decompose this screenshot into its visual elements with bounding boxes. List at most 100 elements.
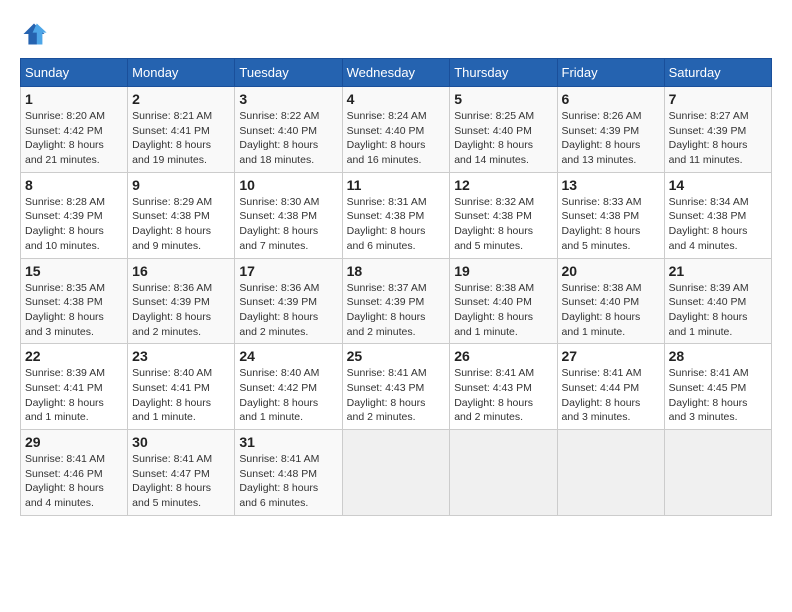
day-info: Sunrise: 8:21 AMSunset: 4:41 PMDaylight:… bbox=[132, 109, 230, 168]
calendar-day-cell: 12 Sunrise: 8:32 AMSunset: 4:38 PMDayligh… bbox=[450, 172, 557, 258]
calendar-day-cell: 24 Sunrise: 8:40 AMSunset: 4:42 PMDayligh… bbox=[235, 344, 342, 430]
calendar-day-cell: 19 Sunrise: 8:38 AMSunset: 4:40 PMDayligh… bbox=[450, 258, 557, 344]
calendar-day-cell: 11 Sunrise: 8:31 AMSunset: 4:38 PMDayligh… bbox=[342, 172, 450, 258]
calendar-table: SundayMondayTuesdayWednesdayThursdayFrid… bbox=[20, 58, 772, 516]
calendar-day-cell: 26 Sunrise: 8:41 AMSunset: 4:43 PMDayligh… bbox=[450, 344, 557, 430]
day-info: Sunrise: 8:29 AMSunset: 4:38 PMDaylight:… bbox=[132, 195, 230, 254]
day-number: 30 bbox=[132, 434, 230, 450]
day-info: Sunrise: 8:41 AMSunset: 4:47 PMDaylight:… bbox=[132, 452, 230, 511]
day-info: Sunrise: 8:26 AMSunset: 4:39 PMDaylight:… bbox=[562, 109, 660, 168]
calendar-day-cell: 23 Sunrise: 8:40 AMSunset: 4:41 PMDayligh… bbox=[128, 344, 235, 430]
day-info: Sunrise: 8:20 AMSunset: 4:42 PMDaylight:… bbox=[25, 109, 123, 168]
day-info: Sunrise: 8:38 AMSunset: 4:40 PMDaylight:… bbox=[562, 281, 660, 340]
day-info: Sunrise: 8:39 AMSunset: 4:41 PMDaylight:… bbox=[25, 366, 123, 425]
day-of-week-header: Sunday bbox=[21, 59, 128, 87]
day-of-week-header: Friday bbox=[557, 59, 664, 87]
logo-icon bbox=[20, 20, 48, 48]
day-number: 20 bbox=[562, 263, 660, 279]
calendar-day-cell: 22 Sunrise: 8:39 AMSunset: 4:41 PMDayligh… bbox=[21, 344, 128, 430]
day-info: Sunrise: 8:28 AMSunset: 4:39 PMDaylight:… bbox=[25, 195, 123, 254]
calendar-day-cell: 29Sunrise: 8:41 AMSunset: 4:46 PMDayligh… bbox=[21, 430, 128, 516]
calendar-day-cell: 20 Sunrise: 8:38 AMSunset: 4:40 PMDayligh… bbox=[557, 258, 664, 344]
day-number: 9 bbox=[132, 177, 230, 193]
calendar-week-row: 15 Sunrise: 8:35 AMSunset: 4:38 PMDayligh… bbox=[21, 258, 772, 344]
day-info: Sunrise: 8:40 AMSunset: 4:42 PMDaylight:… bbox=[239, 366, 337, 425]
calendar-day-cell: 4 Sunrise: 8:24 AMSunset: 4:40 PMDaylight… bbox=[342, 87, 450, 173]
calendar-day-cell: 2 Sunrise: 8:21 AMSunset: 4:41 PMDaylight… bbox=[128, 87, 235, 173]
calendar-day-cell bbox=[342, 430, 450, 516]
day-info: Sunrise: 8:27 AMSunset: 4:39 PMDaylight:… bbox=[669, 109, 767, 168]
day-number: 12 bbox=[454, 177, 552, 193]
calendar-week-row: 1 Sunrise: 8:20 AMSunset: 4:42 PMDaylight… bbox=[21, 87, 772, 173]
calendar-day-cell: 13 Sunrise: 8:33 AMSunset: 4:38 PMDayligh… bbox=[557, 172, 664, 258]
day-number: 15 bbox=[25, 263, 123, 279]
day-info: Sunrise: 8:31 AMSunset: 4:38 PMDaylight:… bbox=[347, 195, 446, 254]
day-number: 28 bbox=[669, 348, 767, 364]
day-number: 6 bbox=[562, 91, 660, 107]
day-of-week-header: Monday bbox=[128, 59, 235, 87]
calendar-day-cell: 27Sunrise: 8:41 AMSunset: 4:44 PMDayligh… bbox=[557, 344, 664, 430]
day-info: Sunrise: 8:36 AMSunset: 4:39 PMDaylight:… bbox=[239, 281, 337, 340]
day-info: Sunrise: 8:35 AMSunset: 4:38 PMDaylight:… bbox=[25, 281, 123, 340]
day-number: 24 bbox=[239, 348, 337, 364]
day-info: Sunrise: 8:34 AMSunset: 4:38 PMDaylight:… bbox=[669, 195, 767, 254]
day-info: Sunrise: 8:22 AMSunset: 4:40 PMDaylight:… bbox=[239, 109, 337, 168]
day-of-week-header: Wednesday bbox=[342, 59, 450, 87]
day-number: 5 bbox=[454, 91, 552, 107]
calendar-day-cell: 17 Sunrise: 8:36 AMSunset: 4:39 PMDayligh… bbox=[235, 258, 342, 344]
day-number: 21 bbox=[669, 263, 767, 279]
page-header bbox=[20, 20, 772, 48]
day-number: 8 bbox=[25, 177, 123, 193]
day-number: 7 bbox=[669, 91, 767, 107]
day-info: Sunrise: 8:36 AMSunset: 4:39 PMDaylight:… bbox=[132, 281, 230, 340]
day-of-week-header: Saturday bbox=[664, 59, 771, 87]
day-number: 22 bbox=[25, 348, 123, 364]
day-info: Sunrise: 8:39 AMSunset: 4:40 PMDaylight:… bbox=[669, 281, 767, 340]
calendar-day-cell: 15 Sunrise: 8:35 AMSunset: 4:38 PMDayligh… bbox=[21, 258, 128, 344]
day-info: Sunrise: 8:32 AMSunset: 4:38 PMDaylight:… bbox=[454, 195, 552, 254]
calendar-day-cell: 30 Sunrise: 8:41 AMSunset: 4:47 PMDayligh… bbox=[128, 430, 235, 516]
day-number: 16 bbox=[132, 263, 230, 279]
day-info: Sunrise: 8:41 AMSunset: 4:48 PMDaylight:… bbox=[239, 452, 337, 511]
calendar-day-cell: 7 Sunrise: 8:27 AMSunset: 4:39 PMDaylight… bbox=[664, 87, 771, 173]
calendar-day-cell: 28 Sunrise: 8:41 AMSunset: 4:45 PMDayligh… bbox=[664, 344, 771, 430]
calendar-week-row: 22 Sunrise: 8:39 AMSunset: 4:41 PMDayligh… bbox=[21, 344, 772, 430]
calendar-day-cell bbox=[664, 430, 771, 516]
day-info: Sunrise: 8:41 AMSunset: 4:44 PMDaylight:… bbox=[562, 366, 660, 425]
day-number: 23 bbox=[132, 348, 230, 364]
calendar-week-row: 8 Sunrise: 8:28 AMSunset: 4:39 PMDaylight… bbox=[21, 172, 772, 258]
day-number: 25 bbox=[347, 348, 446, 364]
day-number: 31 bbox=[239, 434, 337, 450]
calendar-day-cell: 25 Sunrise: 8:41 AMSunset: 4:43 PMDayligh… bbox=[342, 344, 450, 430]
day-number: 1 bbox=[25, 91, 123, 107]
calendar-day-cell: 14Sunrise: 8:34 AMSunset: 4:38 PMDayligh… bbox=[664, 172, 771, 258]
calendar-day-cell: 1 Sunrise: 8:20 AMSunset: 4:42 PMDaylight… bbox=[21, 87, 128, 173]
day-of-week-header: Tuesday bbox=[235, 59, 342, 87]
day-number: 11 bbox=[347, 177, 446, 193]
day-number: 13 bbox=[562, 177, 660, 193]
calendar-day-cell: 18Sunrise: 8:37 AMSunset: 4:39 PMDayligh… bbox=[342, 258, 450, 344]
calendar-day-cell bbox=[450, 430, 557, 516]
day-info: Sunrise: 8:38 AMSunset: 4:40 PMDaylight:… bbox=[454, 281, 552, 340]
calendar-day-cell: 6 Sunrise: 8:26 AMSunset: 4:39 PMDaylight… bbox=[557, 87, 664, 173]
day-number: 26 bbox=[454, 348, 552, 364]
day-info: Sunrise: 8:41 AMSunset: 4:46 PMDaylight:… bbox=[25, 452, 123, 511]
day-info: Sunrise: 8:40 AMSunset: 4:41 PMDaylight:… bbox=[132, 366, 230, 425]
calendar-day-cell: 16 Sunrise: 8:36 AMSunset: 4:39 PMDayligh… bbox=[128, 258, 235, 344]
calendar-day-cell: 10Sunrise: 8:30 AMSunset: 4:38 PMDayligh… bbox=[235, 172, 342, 258]
calendar-day-cell: 8 Sunrise: 8:28 AMSunset: 4:39 PMDaylight… bbox=[21, 172, 128, 258]
day-info: Sunrise: 8:33 AMSunset: 4:38 PMDaylight:… bbox=[562, 195, 660, 254]
day-number: 2 bbox=[132, 91, 230, 107]
day-info: Sunrise: 8:41 AMSunset: 4:43 PMDaylight:… bbox=[347, 366, 446, 425]
day-number: 17 bbox=[239, 263, 337, 279]
calendar-day-cell bbox=[557, 430, 664, 516]
day-number: 19 bbox=[454, 263, 552, 279]
calendar-day-cell: 5Sunrise: 8:25 AMSunset: 4:40 PMDaylight… bbox=[450, 87, 557, 173]
day-info: Sunrise: 8:41 AMSunset: 4:43 PMDaylight:… bbox=[454, 366, 552, 425]
day-info: Sunrise: 8:41 AMSunset: 4:45 PMDaylight:… bbox=[669, 366, 767, 425]
calendar-day-cell: 31 Sunrise: 8:41 AMSunset: 4:48 PMDayligh… bbox=[235, 430, 342, 516]
day-info: Sunrise: 8:24 AMSunset: 4:40 PMDaylight:… bbox=[347, 109, 446, 168]
day-of-week-header: Thursday bbox=[450, 59, 557, 87]
day-number: 10 bbox=[239, 177, 337, 193]
day-number: 4 bbox=[347, 91, 446, 107]
